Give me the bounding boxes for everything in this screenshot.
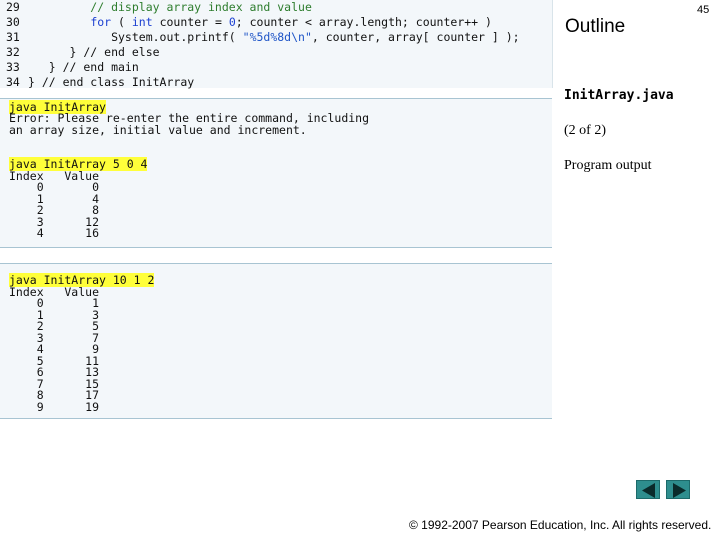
code-text: } // end main: [28, 60, 139, 74]
line-number: 33: [6, 60, 20, 74]
code-text: System.out.printf( "%5d%8d\n", counter, …: [28, 30, 520, 44]
code-line-29: 29 // display array index and value: [6, 0, 312, 15]
line-number: 29: [6, 0, 20, 14]
page-of-label: (2 of 2): [564, 123, 606, 138]
code-line-30: 30 for ( int counter = 0; counter < arra…: [6, 15, 492, 30]
copyright-footer: © 1992-2007 Pearson Education, Inc. All …: [409, 518, 712, 532]
code-line-33: 33 } // end main: [6, 60, 139, 75]
output-text: Error: Please re-enter the entire comman…: [9, 111, 370, 137]
output-run-1-table: Index Value 0 0 1 4 2 8 3 12 4 16: [9, 168, 100, 240]
code-line-31: 31 System.out.printf( "%5d%8d\n", counte…: [6, 30, 520, 45]
output-run-2-table: Index Value 0 1 1 3 2 5 3 7 4 9 5 11 6 1…: [9, 284, 100, 414]
line-number: 31: [6, 30, 20, 44]
code-line-32: 32 } // end else: [6, 45, 160, 60]
outline-title: Outline: [565, 16, 626, 37]
code-text: // display array index and value: [28, 0, 312, 14]
triangle-left-icon: [642, 483, 655, 498]
output-text: Index Value 0 0 1 4 2 8 3 12 4 16: [9, 168, 100, 240]
file-name-label: InitArray.java: [564, 88, 674, 103]
code-text: } // end class InitArray: [28, 75, 195, 89]
next-slide-button[interactable]: [666, 480, 690, 499]
code-text: } // end else: [28, 45, 160, 59]
program-output-panel-1: java InitArray Error: Please re-enter th…: [0, 98, 552, 248]
output-run-0-message: Error: Please re-enter the entire comman…: [9, 111, 370, 137]
line-number: 32: [6, 45, 20, 59]
code-text: for ( int counter = 0; counter < array.l…: [90, 15, 492, 29]
line-number: 30: [6, 15, 20, 29]
output-text: Index Value 0 1 1 3 2 5 3 7 4 9 5 11 6 1…: [9, 284, 100, 414]
code-listing-panel: 29 // display array index and value 30 f…: [0, 0, 553, 90]
previous-slide-button[interactable]: [636, 480, 660, 499]
line-number: 34: [6, 75, 20, 89]
code-line-34: 34 } // end class InitArray: [6, 75, 194, 90]
program-output-caption: Program output: [564, 158, 652, 173]
page-number: 45: [697, 4, 710, 16]
triangle-right-icon: [673, 483, 686, 498]
program-output-panel-2: java InitArray 10 1 2 Index Value 0 1 1 …: [0, 263, 552, 419]
